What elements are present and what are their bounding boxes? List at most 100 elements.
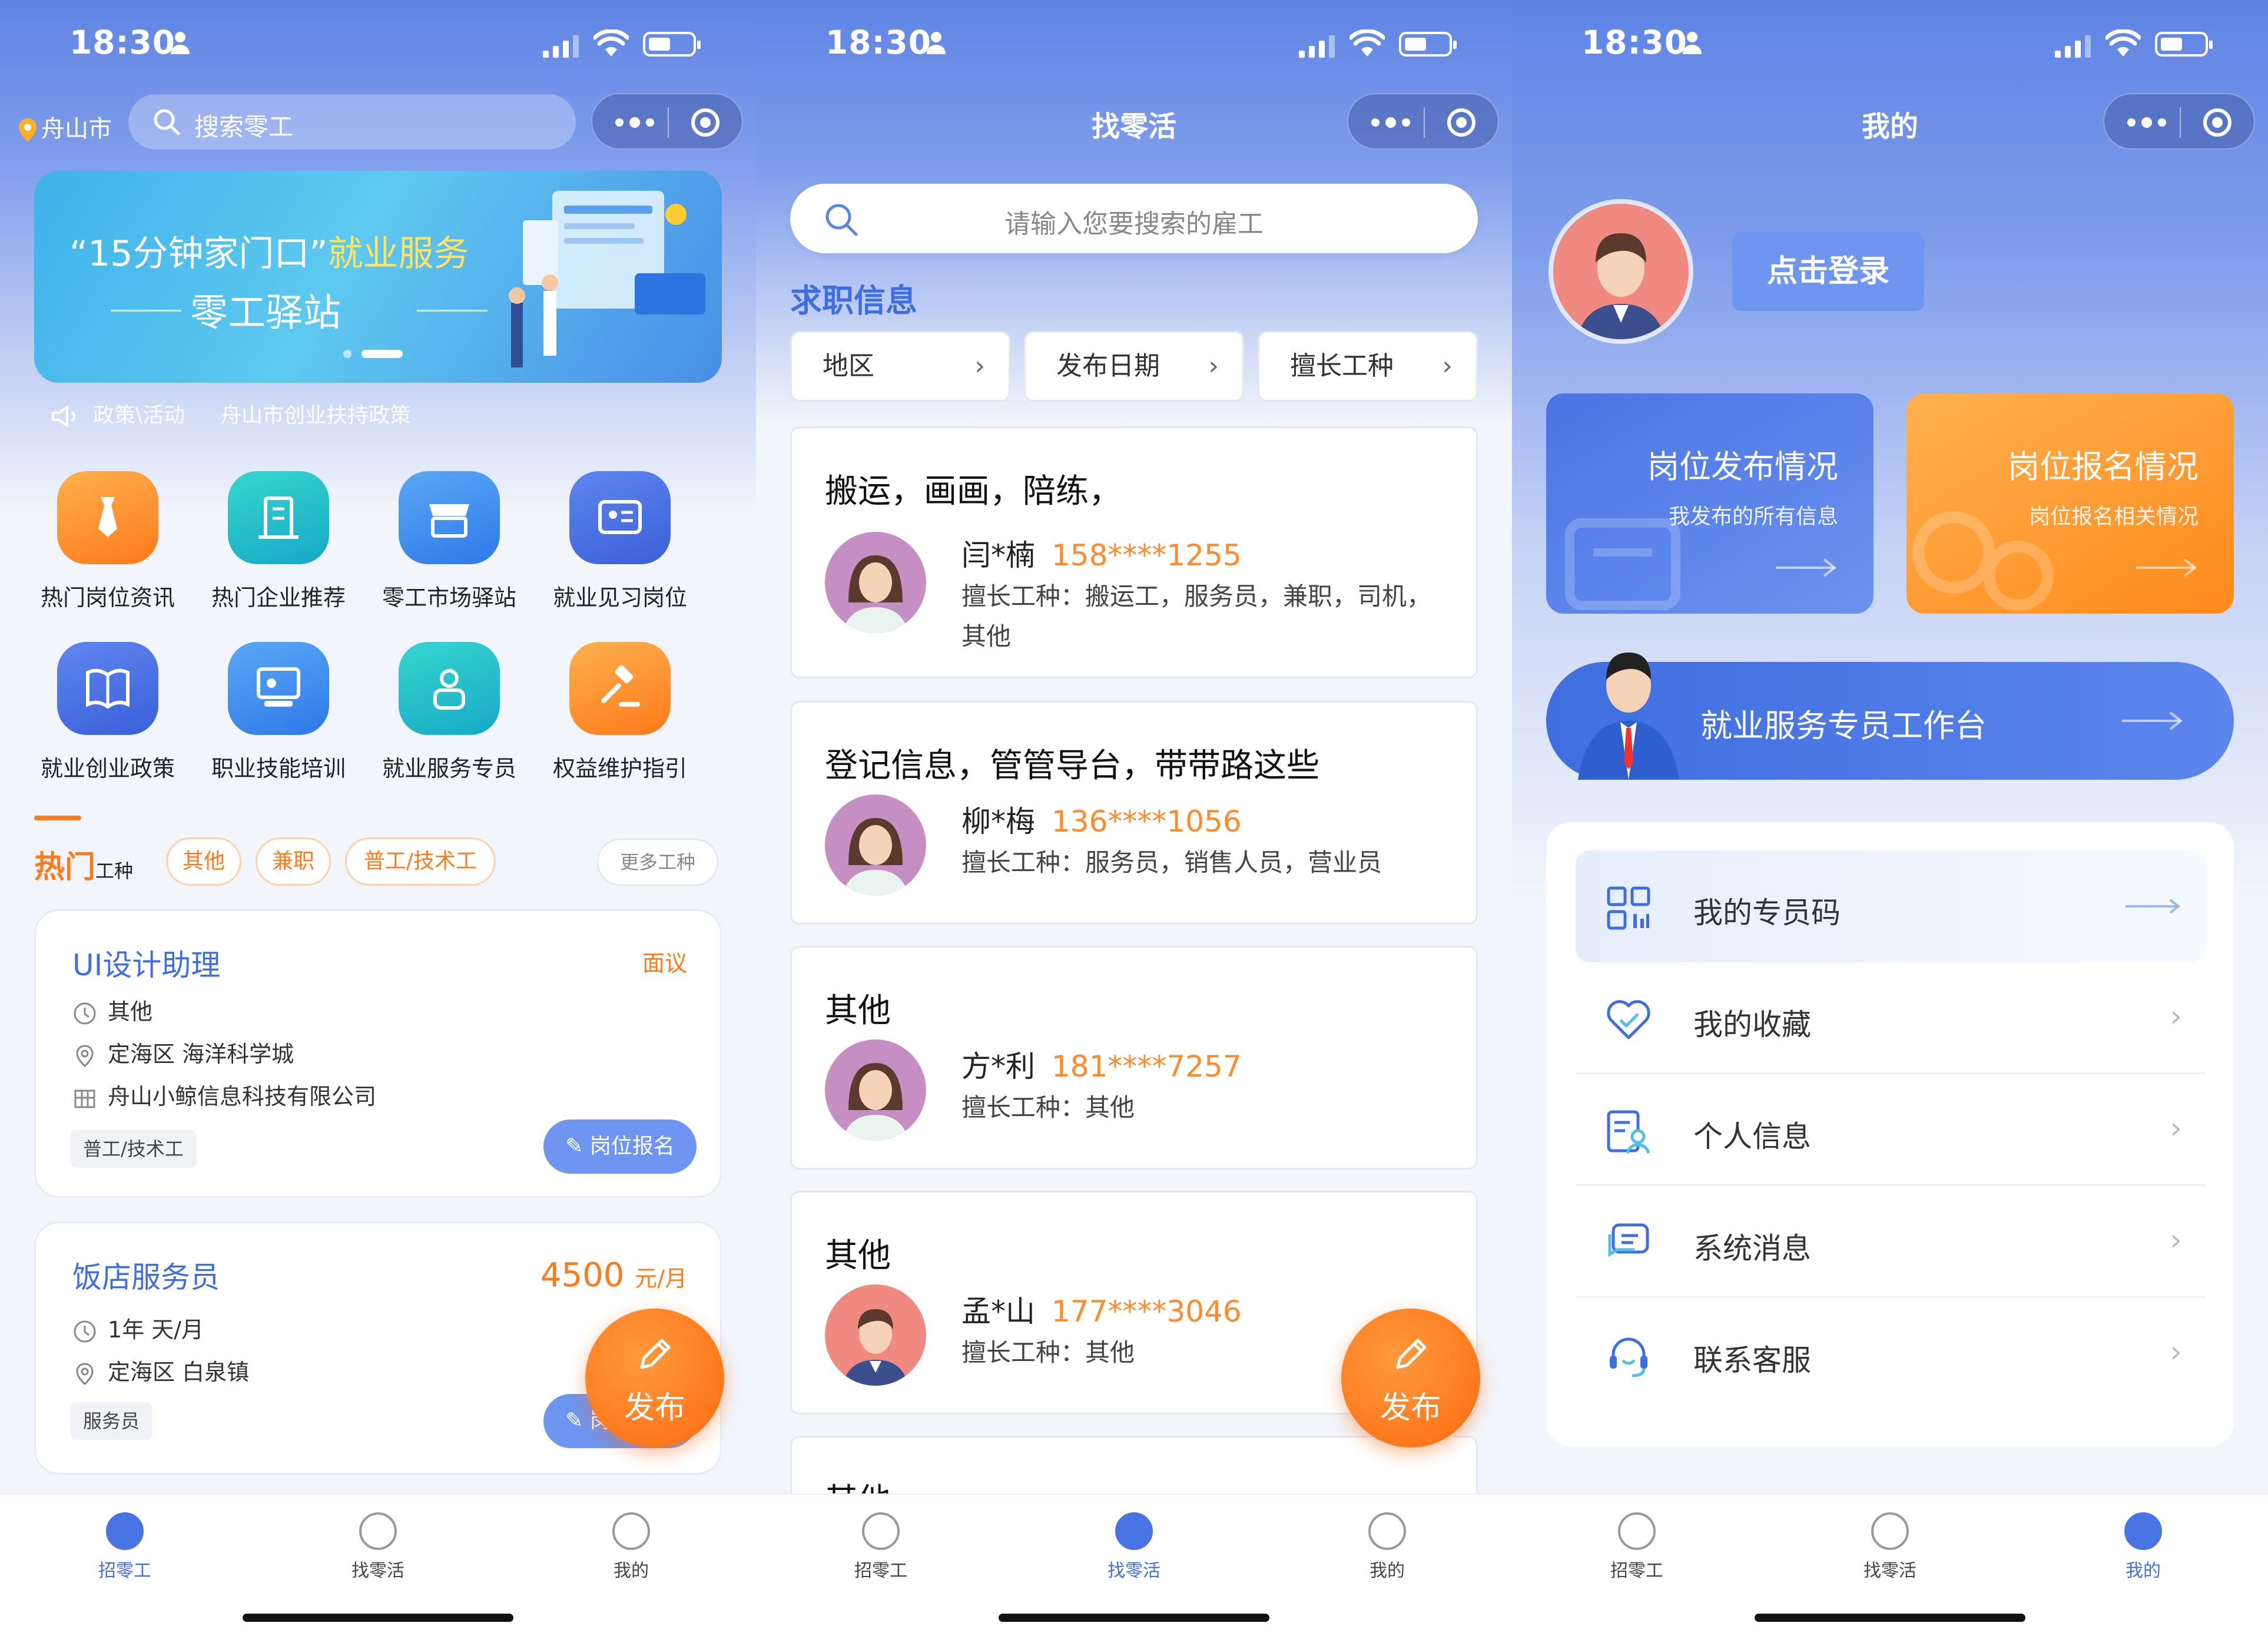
status-time: 18:30: [825, 24, 932, 61]
miniprogram-capsule[interactable]: [591, 93, 743, 150]
worker-name-text: 闫*楠: [961, 538, 1035, 572]
signal-icon: [543, 35, 579, 58]
job-signup-stats-card[interactable]: 岗位报名情况 岗位报名相关情况: [1906, 393, 2234, 614]
worker-card[interactable]: 搬运，画画，陪练， 闫*楠 158****1255 擅长工种：搬运工，服务员，兼职…: [790, 426, 1478, 678]
grid-item-rights[interactable]: 权益维护指引: [535, 642, 705, 783]
edit-icon: [640, 1339, 671, 1369]
worker-name-text: 方*利: [961, 1049, 1035, 1084]
workbench-button[interactable]: 就业服务专员工作台: [1546, 653, 2234, 780]
grid-item-service-staff[interactable]: 就业服务专员: [364, 642, 535, 783]
menu-item-favorites[interactable]: 我的收藏 ›: [1576, 962, 2206, 1074]
login-button[interactable]: 点击登录: [1732, 232, 1924, 311]
job-card[interactable]: UI设计助理 面议 其他 定海区 海洋科学城 舟山小鲸信息科技有限公司 普工/技…: [34, 909, 722, 1198]
filter-skill[interactable]: 擅长工种 ›: [1258, 331, 1478, 402]
worker-phone[interactable]: 181****7257: [1052, 1049, 1242, 1084]
filter-region[interactable]: 地区 ›: [790, 331, 1010, 402]
banner-dot-active[interactable]: [362, 350, 403, 358]
worker-phone[interactable]: 177****3046: [1052, 1294, 1242, 1329]
job-period-text: 1年 天/月: [108, 1317, 204, 1343]
tab-mine[interactable]: 我的: [543, 1506, 719, 1582]
grid-item-internship[interactable]: 就业见习岗位: [535, 471, 705, 612]
tab-mine[interactable]: 我的: [1299, 1506, 1475, 1582]
location-label: 舟山市: [41, 115, 112, 143]
tab-recruit[interactable]: 招零工: [1549, 1506, 1725, 1582]
apply-button[interactable]: ✎ 岗位报名: [543, 1120, 697, 1174]
menu-item-support[interactable]: 联系客服 ›: [1576, 1298, 2206, 1410]
menu-item-profile[interactable]: 个人信息 ›: [1576, 1074, 2206, 1186]
miniprogram-capsule[interactable]: [2103, 93, 2255, 150]
close-miniprogram-icon[interactable]: [1447, 108, 1475, 137]
home-indicator: [999, 1614, 1269, 1622]
tab-recruit[interactable]: 招零工: [37, 1506, 213, 1582]
tab-find-work[interactable]: 找零活: [290, 1506, 466, 1582]
notice-text[interactable]: 舟山市创业扶持政策: [220, 403, 411, 428]
filter-date[interactable]: 发布日期 ›: [1024, 331, 1244, 402]
home-indicator: [1755, 1614, 2025, 1622]
wifi-icon: [2105, 29, 2141, 57]
worker-phone[interactable]: 158****1255: [1052, 538, 1242, 572]
promo-banner[interactable]: “15分钟家门口”就业服务 零工驿站: [34, 171, 722, 383]
training-icon: [228, 642, 329, 735]
chevron-right-icon: ›: [1208, 351, 1219, 381]
search-input[interactable]: 搜索零工: [128, 94, 576, 150]
more-icon[interactable]: [614, 112, 656, 133]
more-icon[interactable]: [2126, 112, 2168, 133]
tab-find-work[interactable]: 找零活: [1802, 1506, 1978, 1582]
location-selector[interactable]: 舟山市: [18, 110, 112, 144]
chevron-right-icon: ›: [1442, 351, 1453, 381]
publish-fab[interactable]: 发布: [585, 1309, 724, 1448]
publish-fab[interactable]: 发布: [1341, 1309, 1480, 1448]
capsule-divider: [2180, 107, 2181, 138]
officer-avatar: [1578, 653, 1679, 780]
worker-card[interactable]: 其他 方*利 181****7257 擅长工种：其他: [790, 946, 1478, 1170]
tab-recruit[interactable]: 招零工: [793, 1506, 969, 1582]
salary-value: 4500: [540, 1256, 625, 1294]
tab-label: 找零活: [352, 1561, 404, 1581]
hot-section-title: 热门工种: [34, 842, 133, 886]
filter-label: 擅长工种: [1290, 351, 1394, 381]
mine-tab-icon: [2124, 1512, 2162, 1550]
grid-item-hot-jobs[interactable]: 热门岗位资讯: [22, 471, 193, 612]
company-icon: [72, 1086, 97, 1111]
chip-worker[interactable]: 普工/技术工: [345, 837, 496, 886]
tab-label: 招零工: [854, 1561, 907, 1581]
banner-dot[interactable]: [343, 350, 352, 358]
worker-card[interactable]: 登记信息，管管导台，带带路这些 柳*梅 136****1056 擅长工种：服务员，…: [790, 701, 1478, 925]
grid-item-policy[interactable]: 就业创业政策: [22, 642, 193, 783]
search-icon: [154, 109, 180, 135]
job-company-text: 舟山小鲸信息科技有限公司: [108, 1084, 377, 1110]
heart-icon: [1607, 1000, 1650, 1039]
close-miniprogram-icon[interactable]: [2203, 108, 2231, 137]
tab-mine[interactable]: 我的: [2055, 1506, 2231, 1582]
worker-skills: 擅长工种：服务员，销售人员，营业员: [961, 848, 1382, 877]
tab-find-work[interactable]: 找零活: [1046, 1506, 1222, 1582]
menu-item-qrcode[interactable]: 我的专员码: [1576, 850, 2206, 962]
pencil-icon: ✎: [565, 1134, 590, 1158]
grid-item-training[interactable]: 职业技能培训: [193, 642, 364, 783]
close-miniprogram-icon[interactable]: [691, 108, 719, 137]
avatar[interactable]: [1549, 199, 1693, 344]
capsule-divider: [1424, 107, 1425, 138]
grid-item-gig-market[interactable]: 零工市场驿站: [364, 471, 535, 612]
chip-parttime[interactable]: 兼职: [256, 837, 331, 886]
chip-other[interactable]: 其他: [166, 837, 241, 886]
more-icon[interactable]: [1370, 112, 1412, 133]
section-title: 求职信息: [790, 282, 917, 319]
worker-title: 搬运，画画，陪练，: [825, 472, 1122, 511]
job-posting-stats-card[interactable]: 岗位发布情况 我发布的所有信息: [1546, 393, 1874, 614]
grid-item-hot-companies[interactable]: 热门企业推荐: [193, 471, 364, 612]
search-input[interactable]: 请输入您要搜索的雇工: [790, 184, 1478, 253]
screen-mine: 18:30 我的 点击登录 岗位发布情况 我发布的所有信息 岗位报名情况 岗位报…: [1512, 0, 2268, 1636]
notice-bar[interactable]: 政策\活动 舟山市创业扶持政策: [51, 398, 411, 429]
capsule-divider: [668, 107, 669, 138]
menu-item-messages[interactable]: 系统消息 ›: [1576, 1186, 2206, 1298]
job-tag: 普工/技术工: [70, 1130, 197, 1168]
job-period: 其他: [72, 993, 152, 1026]
banner-quote: “15分钟家门口”: [69, 233, 328, 274]
worker-phone[interactable]: 136****1056: [1052, 804, 1242, 839]
miniprogram-capsule[interactable]: [1347, 93, 1499, 150]
menu-label: 我的专员码: [1693, 896, 1841, 930]
battery-icon: [1399, 32, 1457, 57]
more-categories-button[interactable]: 更多工种: [597, 839, 718, 886]
tab-label: 找零活: [1108, 1561, 1160, 1581]
